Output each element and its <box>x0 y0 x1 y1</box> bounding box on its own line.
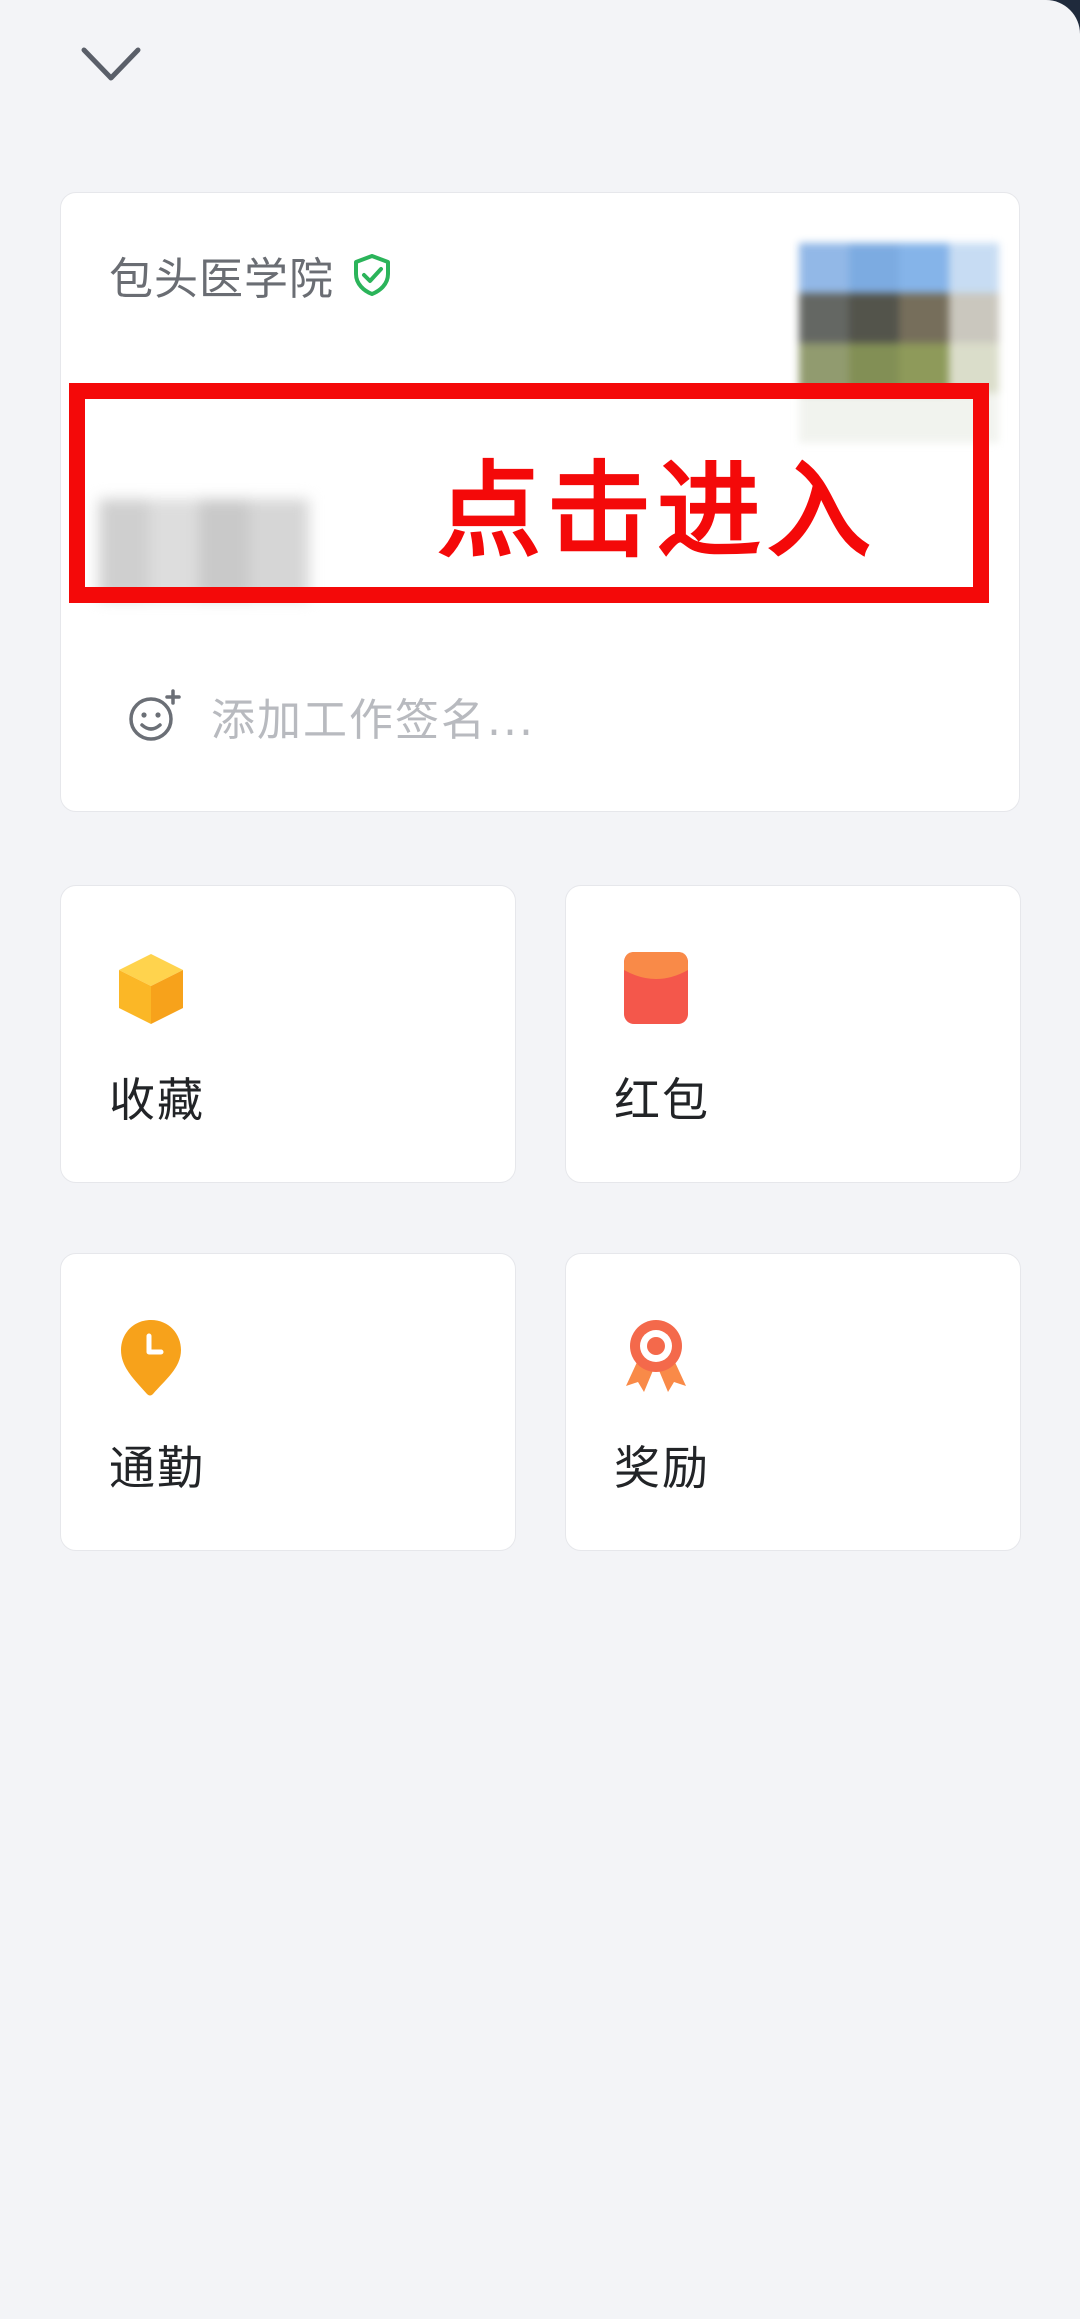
chevron-down-icon[interactable] <box>78 40 144 90</box>
box-icon <box>119 954 183 1024</box>
work-signature-field[interactable]: 添加工作签名... <box>125 681 535 751</box>
tile-label: 通勤 <box>109 1441 205 1495</box>
commute-tile[interactable]: 通勤 <box>60 1253 516 1551</box>
favorites-tile[interactable]: 收藏 <box>60 885 516 1183</box>
tile-label: 红包 <box>614 1073 710 1127</box>
rewards-tile[interactable]: 奖励 <box>565 1253 1021 1551</box>
click-to-enter-label: 点击进入 <box>437 450 878 572</box>
profile-sheet: 包头医学院 点击进入 添加工作签名... 收藏 红包 通勤 奖励 <box>0 0 1080 2319</box>
medal-icon <box>626 1320 686 1392</box>
smile-add-icon <box>129 689 181 741</box>
organization-name: 包头医学院 <box>109 254 334 305</box>
verified-shield-icon <box>354 254 390 296</box>
tile-label: 奖励 <box>614 1441 710 1495</box>
organization-row[interactable]: 包头医学院 <box>109 245 392 305</box>
red-envelope-icon <box>624 952 688 1024</box>
red-envelope-tile[interactable]: 红包 <box>565 885 1021 1183</box>
tile-label: 收藏 <box>109 1073 205 1127</box>
signature-placeholder: 添加工作签名... <box>211 695 535 746</box>
profile-card[interactable]: 包头医学院 点击进入 添加工作签名... <box>60 192 1020 812</box>
clock-pin-icon <box>121 1320 181 1396</box>
